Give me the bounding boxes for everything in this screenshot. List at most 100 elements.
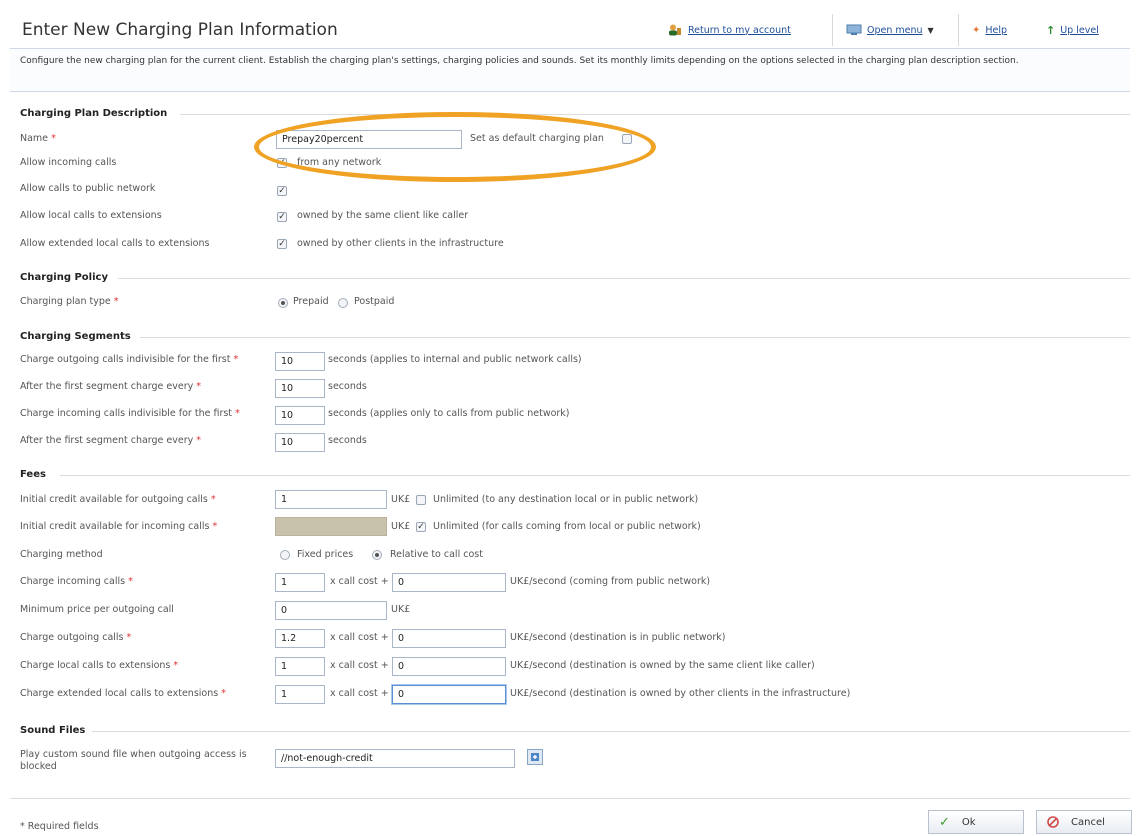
default-plan-checkbox[interactable] [622, 134, 632, 144]
section-divider [180, 114, 1130, 115]
out-calls-label: Charge outgoing calls * [20, 632, 132, 643]
fixed-prices-radio[interactable] [280, 550, 290, 560]
in-every-note: seconds [328, 435, 367, 446]
help-label: Help [985, 24, 1008, 36]
in-calls-multiplier-input[interactable]: 1 [275, 573, 325, 592]
incoming-calls-checkbox[interactable]: ✓ [277, 158, 287, 168]
ext-calls-fee-label: Charge extended local calls to extension… [20, 688, 226, 699]
out-every-note: seconds [328, 381, 367, 392]
out-first-note: seconds (applies to internal and public … [328, 354, 582, 365]
local-calls-add-input[interactable]: 0 [392, 657, 506, 676]
in-calls-note: UK£/second (coming from public network) [510, 576, 711, 587]
section-title-fees: Fees [20, 469, 46, 480]
incoming-calls-text: from any network [297, 157, 382, 168]
open-menu-label: Open menu [867, 24, 923, 36]
public-network-checkbox[interactable]: ✓ [277, 186, 287, 196]
credit-in-unlimited-checkbox[interactable]: ✓ [416, 522, 426, 532]
local-calls-checkbox[interactable]: ✓ [277, 212, 287, 222]
up-level-label: Up level [1060, 24, 1099, 36]
credit-out-label: Initial credit available for outgoing ca… [20, 494, 216, 505]
default-plan-label: Set as default charging plan [470, 133, 604, 144]
out-calls-multiplier-input[interactable]: 1.2 [275, 629, 325, 648]
footer-divider [10, 798, 1130, 799]
nav-divider [958, 14, 959, 46]
local-calls-text: owned by the same client like caller [297, 210, 469, 221]
section-divider [118, 278, 1130, 279]
postpaid-radio[interactable] [338, 298, 348, 308]
local-calls-multiplier-input[interactable]: 1 [275, 657, 325, 676]
section-title-description: Charging Plan Description [20, 108, 168, 119]
page-title: Enter New Charging Plan Information [22, 20, 338, 40]
credit-in-label: Initial credit available for incoming ca… [20, 521, 218, 532]
in-calls-add-input[interactable]: 0 [392, 573, 506, 592]
credit-out-unit: UK£ [391, 494, 411, 505]
min-price-label: Minimum price per outgoing call [20, 604, 174, 615]
out-every-input[interactable]: 10 [275, 379, 325, 398]
checkmark-icon: ✓ [939, 814, 950, 830]
ok-button[interactable]: ✓ Ok [928, 810, 1024, 834]
incoming-calls-label: Allow incoming calls [20, 157, 117, 168]
section-divider [60, 475, 1130, 476]
user-icon [668, 24, 682, 36]
out-first-label: Charge outgoing calls indivisible for th… [20, 354, 239, 365]
in-every-label: After the first segment charge every * [20, 435, 202, 446]
local-calls-fee-label: Charge local calls to extensions * [20, 660, 179, 671]
out-every-label: After the first segment charge every * [20, 381, 202, 392]
arrow-up-icon: ↑ [1046, 23, 1056, 37]
sound-file-input[interactable]: //not-enough-credit [275, 749, 515, 768]
return-to-account-label: Return to my account [688, 24, 791, 36]
in-first-note: seconds (applies only to calls from publ… [328, 408, 570, 419]
help-link[interactable]: ✦ Help [972, 14, 1007, 46]
in-first-label: Charge incoming calls indivisible for th… [20, 408, 240, 419]
in-first-input[interactable]: 10 [275, 406, 325, 425]
x-call-cost-label: x call cost + [330, 660, 389, 671]
credit-out-unlimited-checkbox[interactable] [416, 495, 426, 505]
menu-icon [846, 24, 862, 36]
credit-in-input [275, 517, 387, 536]
extended-calls-text: owned by other clients in the infrastruc… [297, 238, 504, 249]
section-title-policy: Charging Policy [20, 272, 108, 283]
min-price-input[interactable]: 0 [275, 601, 387, 620]
out-calls-add-input[interactable]: 0 [392, 629, 506, 648]
out-calls-note: UK£/second (destination is in public net… [510, 632, 726, 643]
local-calls-note: UK£/second (destination is owned by the … [510, 660, 815, 671]
sound-file-label: Play custom sound file when outgoing acc… [20, 749, 247, 772]
credit-in-unit: UK£ [391, 521, 411, 532]
out-first-input[interactable]: 10 [275, 352, 325, 371]
ok-label: Ok [961, 816, 976, 828]
ext-calls-add-input[interactable]: 0 [392, 685, 506, 704]
min-price-unit: UK£ [391, 604, 411, 615]
fixed-prices-label: Fixed prices [297, 549, 354, 560]
in-calls-label: Charge incoming calls * [20, 576, 133, 587]
ext-calls-multiplier-input[interactable]: 1 [275, 685, 325, 704]
public-network-label: Allow calls to public network [20, 183, 156, 194]
x-call-cost-label: x call cost + [330, 632, 389, 643]
prepaid-label: Prepaid [293, 296, 329, 307]
cancel-button[interactable]: Cancel [1036, 810, 1132, 834]
nav-divider [832, 14, 833, 46]
page-description: Configure the new charging plan for the … [20, 56, 1019, 66]
extended-calls-label: Allow extended local calls to extensions [20, 238, 210, 249]
x-call-cost-label: x call cost + [330, 576, 389, 587]
extended-calls-checkbox[interactable]: ✓ [277, 239, 287, 249]
up-level-link[interactable]: ↑ Up level [1046, 14, 1099, 46]
name-input[interactable]: Prepay20percent [276, 130, 462, 149]
credit-out-input[interactable]: 1 [275, 490, 387, 509]
section-title-sounds: Sound Files [20, 725, 86, 736]
relative-cost-radio[interactable] [372, 550, 382, 560]
name-label: Name * [20, 133, 56, 144]
prepaid-radio[interactable] [278, 298, 288, 308]
credit-out-unlimited-label: Unlimited (to any destination local or i… [433, 494, 699, 505]
ext-calls-note: UK£/second (destination is owned by othe… [510, 688, 851, 699]
x-call-cost-label: x call cost + [330, 688, 389, 699]
chevron-down-icon: ▼ [927, 25, 934, 35]
required-fields-note: * Required fields [20, 821, 99, 832]
plan-type-label: Charging plan type * [20, 296, 119, 307]
cancel-label: Cancel [1071, 816, 1105, 828]
open-menu-button[interactable]: Open menu ▼ [846, 14, 934, 46]
browse-file-icon[interactable] [527, 749, 543, 765]
in-every-input[interactable]: 10 [275, 433, 325, 452]
return-to-account-link[interactable]: Return to my account [668, 14, 791, 46]
help-icon: ✦ [972, 24, 981, 36]
cancel-icon [1047, 816, 1059, 828]
